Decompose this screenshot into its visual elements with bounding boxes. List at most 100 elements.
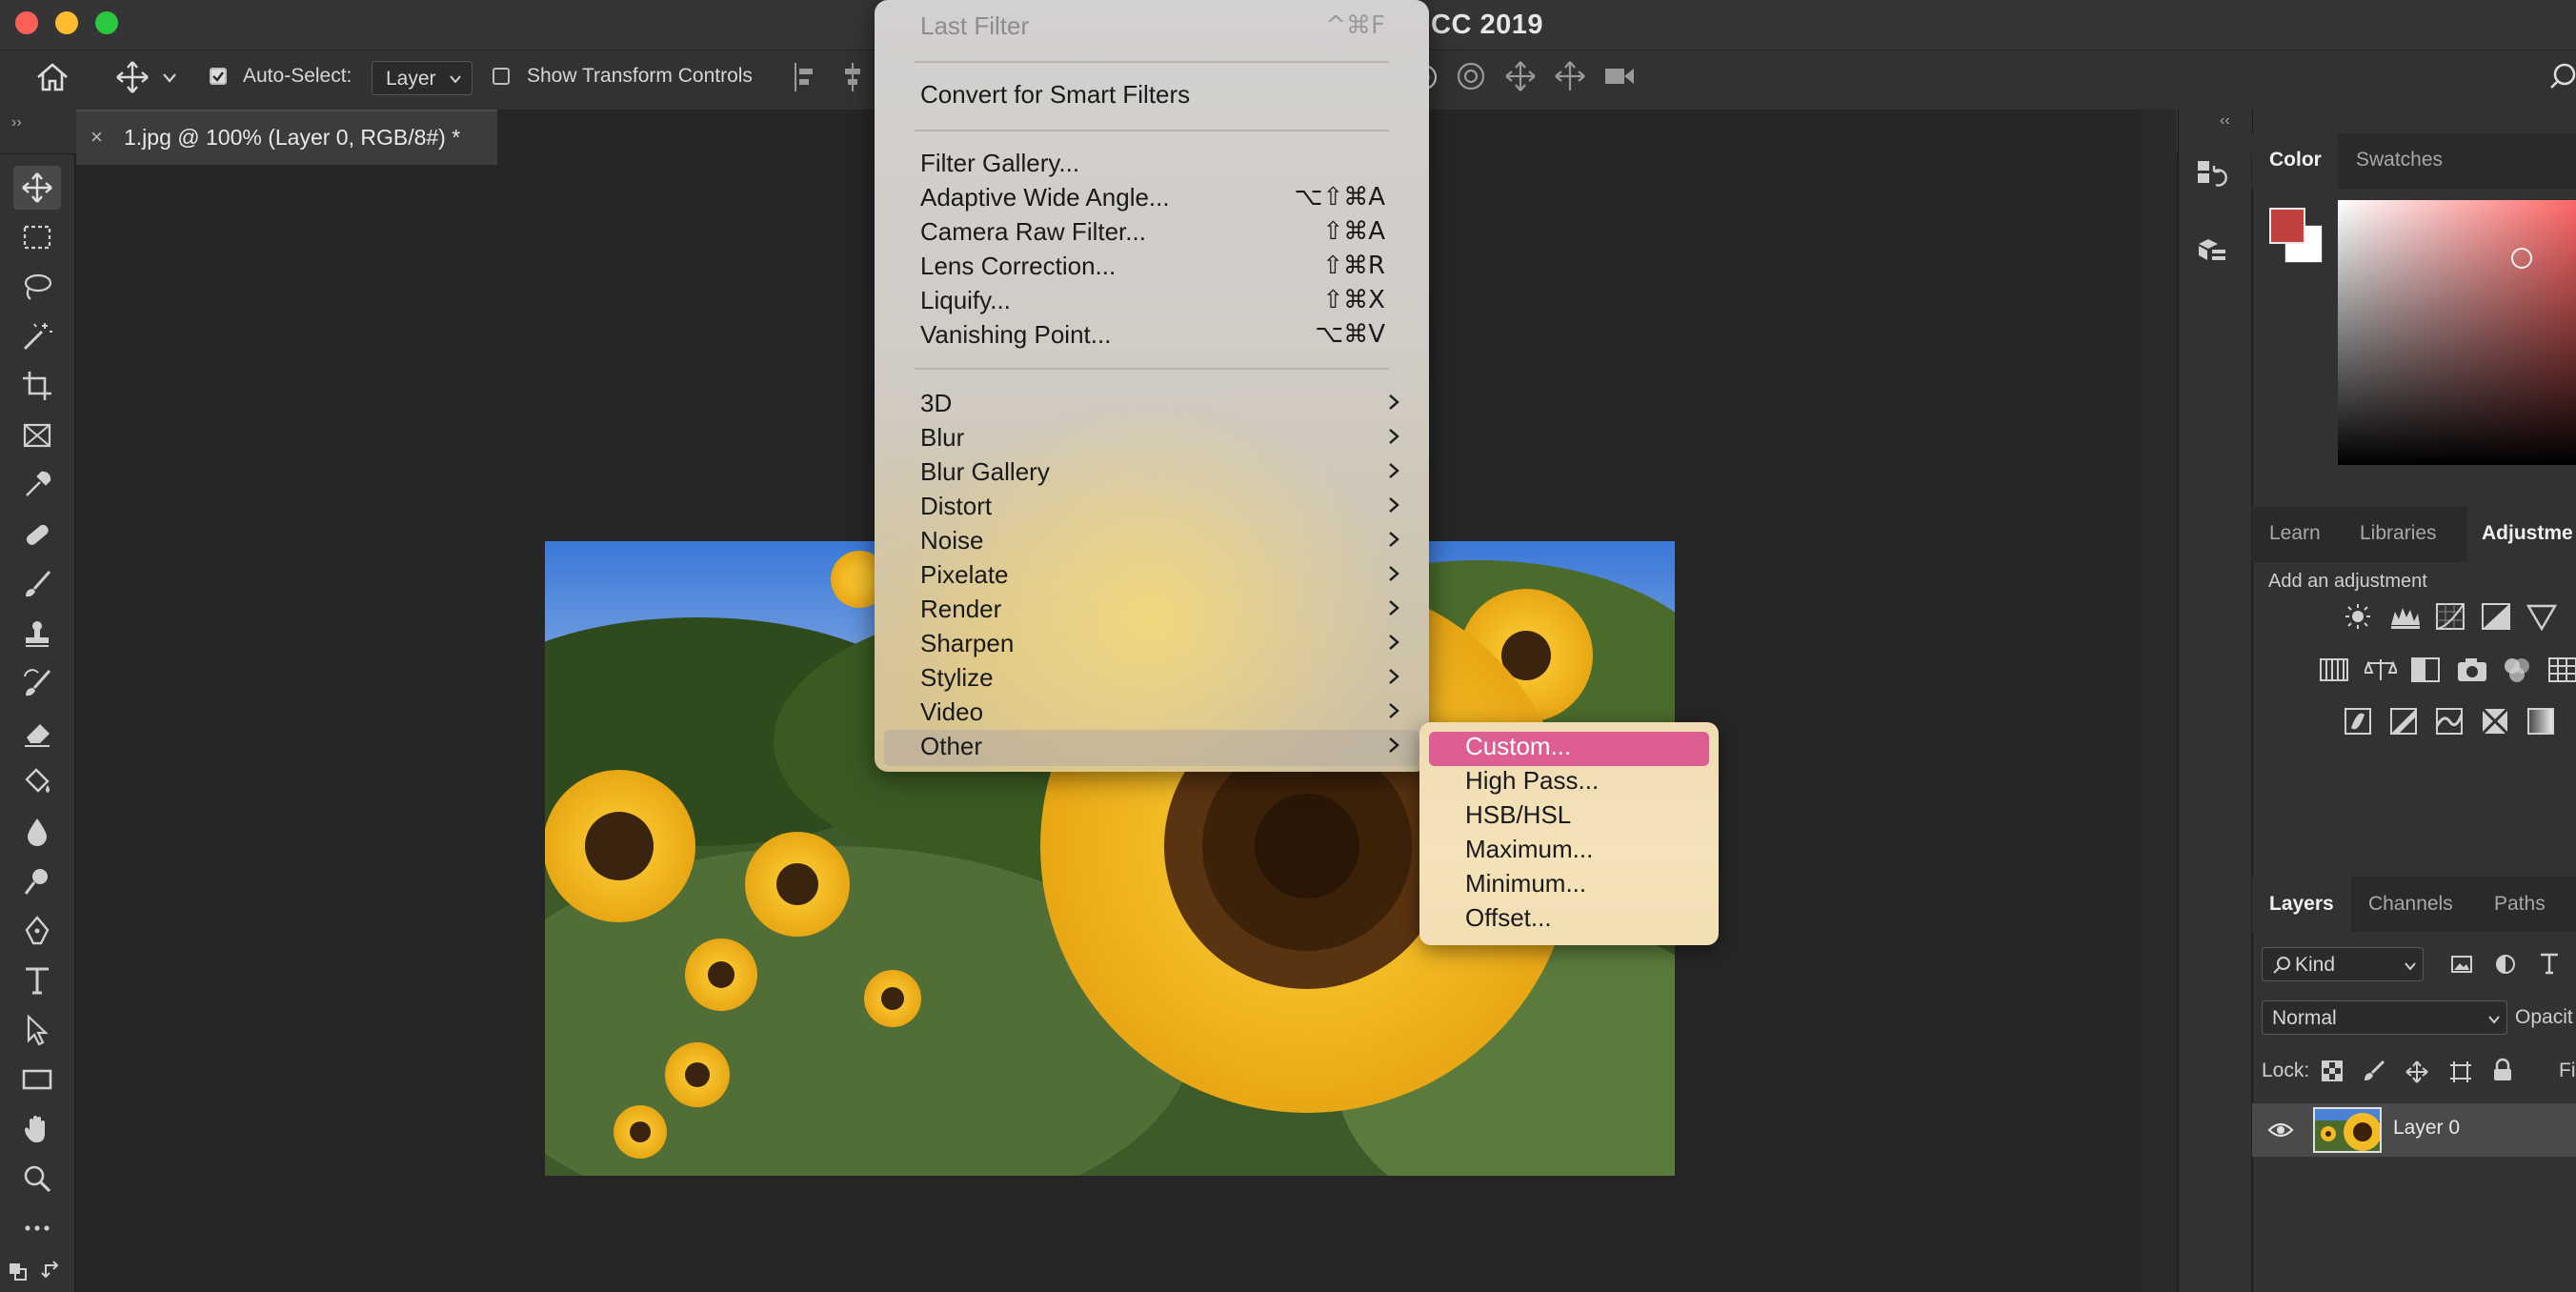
- submenu-item-offset[interactable]: Offset...: [1465, 903, 1552, 933]
- menu-item-blur-gallery[interactable]: Blur Gallery: [920, 457, 1050, 487]
- auto-select-checkbox[interactable]: [210, 68, 227, 85]
- menu-item-distort[interactable]: Distort: [920, 492, 992, 521]
- eraser-tool-icon[interactable]: [13, 711, 61, 755]
- pen-tool-icon[interactable]: [13, 909, 61, 953]
- submenu-item-hsb-hsl[interactable]: HSB/HSL: [1465, 800, 1571, 830]
- tab-color[interactable]: Color: [2269, 149, 2322, 172]
- history-panel-icon[interactable]: [2195, 158, 2229, 192]
- menu-item-pixelate[interactable]: Pixelate: [920, 560, 1009, 590]
- menu-item-adaptive-wide-angle[interactable]: Adaptive Wide Angle...: [920, 183, 1170, 212]
- submenu-item-high-pass[interactable]: High Pass...: [1465, 766, 1599, 796]
- auto-select-dropdown[interactable]: Layer: [372, 61, 473, 95]
- tab-swatches[interactable]: Swatches: [2356, 149, 2443, 172]
- menu-item-noise[interactable]: Noise: [920, 526, 983, 555]
- photo-filter-icon[interactable]: [2456, 656, 2488, 684]
- invert-icon[interactable]: [2344, 707, 2372, 736]
- color-balance-icon[interactable]: [2365, 656, 2397, 684]
- close-window-button[interactable]: [15, 11, 38, 34]
- menu-item-render[interactable]: Render: [920, 595, 1001, 624]
- search-icon[interactable]: [2549, 59, 2576, 91]
- brush-tool-icon[interactable]: [13, 562, 61, 606]
- filter-pixel-icon[interactable]: [2450, 953, 2473, 976]
- lock-artboard-icon[interactable]: [2448, 1060, 2473, 1084]
- default-colors-icon[interactable]: [8, 1262, 29, 1282]
- minimize-window-button[interactable]: [55, 11, 78, 34]
- tab-adjustments[interactable]: Adjustme: [2482, 522, 2573, 545]
- menu-item-video[interactable]: Video: [920, 697, 983, 727]
- 3d-pan-icon[interactable]: [1503, 59, 1538, 93]
- menu-item-vanishing-point[interactable]: Vanishing Point...: [920, 320, 1111, 350]
- exposure-adjust-icon[interactable]: [2481, 602, 2511, 631]
- menu-item-blur[interactable]: Blur: [920, 423, 964, 453]
- home-icon[interactable]: [34, 61, 70, 93]
- tab-layers[interactable]: Layers: [2269, 893, 2334, 916]
- menu-item-convert-smart-filters[interactable]: Convert for Smart Filters: [920, 80, 1190, 110]
- lock-pixels-icon[interactable]: [2363, 1060, 2385, 1082]
- more-tools-icon[interactable]: [13, 1206, 61, 1250]
- lock-transparent-icon[interactable]: [2321, 1060, 2344, 1082]
- align-left-icon[interactable]: [793, 61, 817, 93]
- tab-libraries[interactable]: Libraries: [2360, 522, 2437, 545]
- move-tool-icon[interactable]: [13, 166, 61, 210]
- move-tool-icon[interactable]: [114, 59, 151, 95]
- collapse-panels-icon[interactable]: ‹‹: [2220, 112, 2230, 130]
- 3d-panel-icon[interactable]: [2195, 234, 2229, 269]
- align-center-icon[interactable]: [840, 61, 865, 93]
- menu-item-other[interactable]: Other: [920, 732, 982, 761]
- foreground-color-swatch[interactable]: [2269, 208, 2305, 244]
- color-picker-field[interactable]: [2338, 200, 2576, 465]
- dodge-tool-icon[interactable]: [13, 859, 61, 903]
- filter-type-icon[interactable]: [2538, 951, 2561, 976]
- path-selection-tool-icon[interactable]: [13, 1008, 61, 1052]
- show-transform-checkbox[interactable]: [493, 68, 510, 85]
- hue-saturation-icon[interactable]: [2319, 656, 2349, 684]
- color-lookup-icon[interactable]: [2547, 656, 2576, 684]
- menu-item-camera-raw-filter[interactable]: Camera Raw Filter...: [920, 217, 1146, 247]
- close-tab-icon[interactable]: ×: [91, 125, 103, 150]
- curves-adjust-icon[interactable]: [2435, 602, 2465, 631]
- layer-filter-dropdown[interactable]: Kind: [2262, 947, 2424, 981]
- color-picker-handle[interactable]: [2511, 248, 2532, 269]
- chevron-down-icon[interactable]: [162, 72, 177, 84]
- lasso-tool-icon[interactable]: [13, 265, 61, 309]
- history-brush-tool-icon[interactable]: [13, 661, 61, 705]
- 3d-roll-icon[interactable]: [1454, 59, 1488, 93]
- levels-adjust-icon[interactable]: [2389, 602, 2422, 631]
- tab-learn[interactable]: Learn: [2269, 522, 2321, 545]
- swap-colors-icon[interactable]: [40, 1260, 63, 1282]
- selective-color-icon[interactable]: [2481, 707, 2509, 736]
- menu-item-filter-gallery[interactable]: Filter Gallery...: [920, 149, 1079, 178]
- menu-item-liquify[interactable]: Liquify...: [920, 286, 1011, 315]
- zoom-tool-icon[interactable]: [13, 1157, 61, 1201]
- zoom-window-button[interactable]: [95, 11, 118, 34]
- eyedropper-tool-icon[interactable]: [13, 463, 61, 507]
- type-tool-icon[interactable]: [13, 959, 61, 1002]
- menu-item-sharpen[interactable]: Sharpen: [920, 629, 1014, 658]
- channel-mixer-icon[interactable]: [2502, 656, 2532, 684]
- threshold-icon[interactable]: [2435, 707, 2464, 736]
- crop-tool-icon[interactable]: [13, 364, 61, 408]
- submenu-item-maximum[interactable]: Maximum...: [1465, 835, 1593, 864]
- black-white-icon[interactable]: [2410, 656, 2441, 684]
- rectangle-tool-icon[interactable]: [13, 1058, 61, 1101]
- tab-channels[interactable]: Channels: [2368, 893, 2453, 916]
- collapse-toolbar-icon[interactable]: ››: [11, 114, 22, 131]
- marquee-tool-icon[interactable]: [13, 215, 61, 259]
- filter-adjustment-icon[interactable]: [2494, 953, 2517, 976]
- blur-tool-icon[interactable]: [13, 810, 61, 854]
- healing-brush-tool-icon[interactable]: [13, 513, 61, 556]
- submenu-item-custom[interactable]: Custom...: [1465, 732, 1571, 761]
- posterize-icon[interactable]: [2389, 707, 2418, 736]
- lock-all-icon[interactable]: [2492, 1058, 2513, 1082]
- 3d-slide-icon[interactable]: [1553, 59, 1587, 93]
- brightness-adjust-icon[interactable]: [2344, 602, 2372, 631]
- paint-bucket-tool-icon[interactable]: [13, 760, 61, 804]
- 3d-scale-icon[interactable]: [1602, 63, 1637, 90]
- blend-mode-dropdown[interactable]: Normal: [2262, 1000, 2507, 1035]
- gradient-map-icon[interactable]: [2526, 707, 2555, 736]
- eye-visibility-icon[interactable]: [2267, 1120, 2294, 1140]
- menu-item-stylize[interactable]: Stylize: [920, 663, 994, 693]
- vibrance-adjust-icon[interactable]: [2526, 602, 2557, 631]
- menu-item-3d[interactable]: 3D: [920, 389, 952, 418]
- submenu-item-minimum[interactable]: Minimum...: [1465, 869, 1586, 898]
